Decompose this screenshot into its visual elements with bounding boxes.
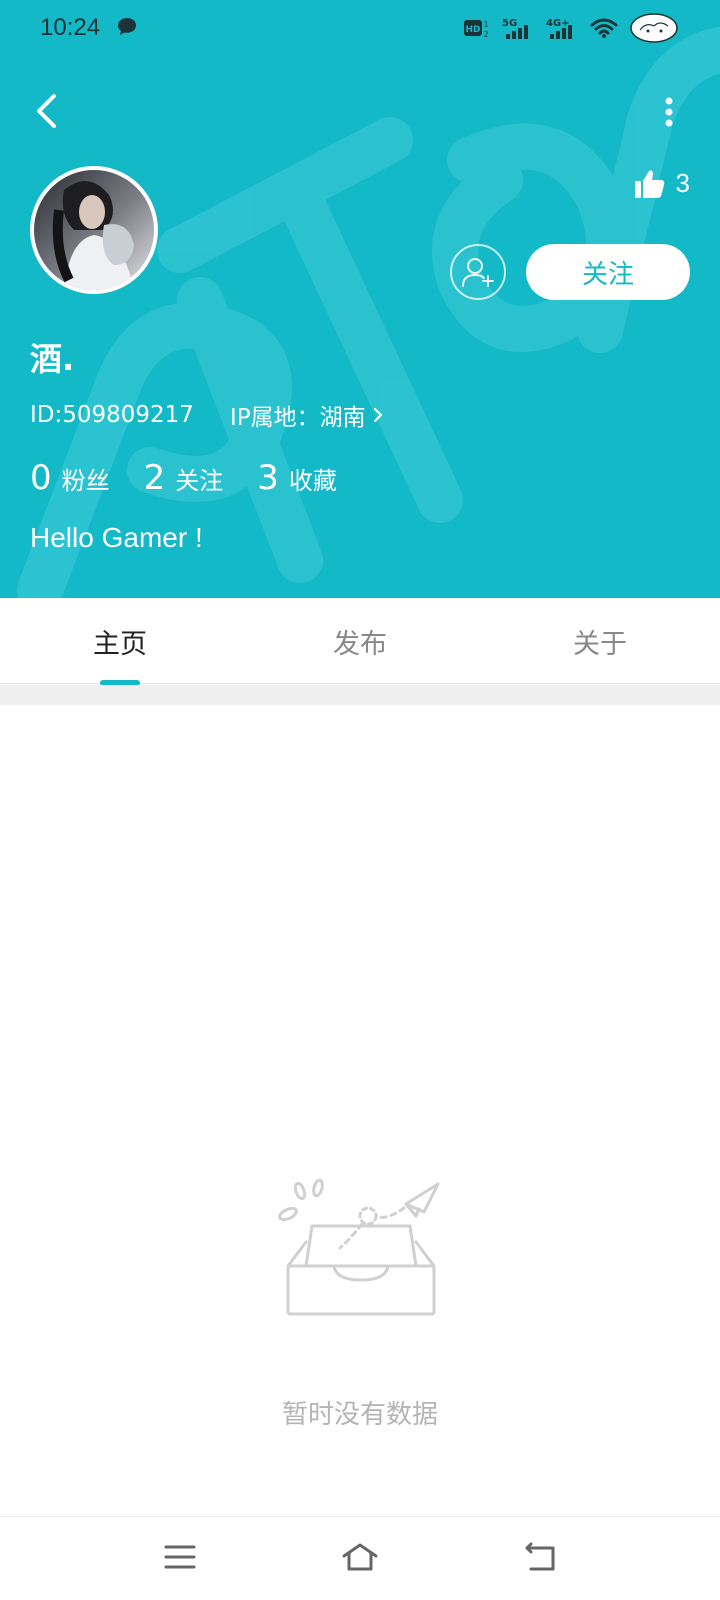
stat-favorites[interactable]: 3 收藏 [257, 458, 337, 498]
tab-about[interactable]: 关于 [480, 598, 720, 684]
thumbs-up-icon [634, 169, 664, 198]
svg-text:HD: HD [465, 25, 480, 35]
stat-following[interactable]: 2 关注 [144, 458, 224, 498]
system-nav-bar [0, 1516, 720, 1600]
menu-icon [164, 1545, 196, 1569]
user-id: ID:509809217 [30, 402, 194, 428]
ip-location: IP属地：湖南 [229, 405, 366, 431]
status-bar: 10:24 HD 1 2 5G 4G+ [0, 0, 720, 56]
tab-home[interactable]: 主页 [0, 598, 240, 684]
ip-location-link[interactable]: IP属地：湖南 [230, 398, 384, 432]
chevron-right-icon [373, 408, 382, 422]
home-icon [342, 1543, 378, 1571]
add-friend-button[interactable] [450, 244, 506, 300]
stat-value: 0 [30, 458, 52, 498]
nav-menu-button[interactable] [158, 1537, 202, 1577]
empty-inbox-icon [278, 1178, 440, 1316]
wifi-icon [590, 18, 618, 38]
likes-counter[interactable]: 3 [634, 168, 690, 199]
follow-button[interactable]: 关注 [526, 244, 690, 300]
status-time: 10:24 [40, 14, 101, 41]
battery-icon [630, 13, 678, 43]
add-user-icon [462, 258, 494, 287]
chat-notification-icon [118, 18, 136, 35]
svg-text:5G: 5G [502, 18, 517, 29]
stat-label: 关注 [175, 467, 224, 495]
more-vertical-icon [665, 97, 673, 127]
section-divider [0, 685, 720, 705]
stat-label: 收藏 [288, 467, 337, 495]
signal-5g-icon: 5G [502, 18, 528, 39]
stat-value: 3 [257, 458, 279, 498]
profile-tabs: 主页 发布 关于 [0, 598, 720, 684]
nav-back-button[interactable] [518, 1537, 562, 1577]
profile-header: 10:24 HD 1 2 5G 4G+ 3 关注 酒. ID:509809217… [0, 0, 720, 598]
stat-label: 粉丝 [61, 467, 110, 495]
svg-text:2: 2 [483, 30, 488, 39]
empty-state-message: 暂时没有数据 [281, 1400, 438, 1430]
likes-count: 3 [675, 168, 690, 198]
chevron-left-icon [37, 94, 56, 128]
stats-row: 0 粉丝 2 关注 3 收藏 [30, 458, 371, 498]
avatar[interactable] [30, 166, 158, 294]
signal-4g-icon: 4G+ [546, 18, 572, 39]
status-icons: HD 1 2 5G 4G+ [464, 12, 680, 44]
stat-fans[interactable]: 0 粉丝 [30, 458, 110, 498]
more-button[interactable] [654, 92, 684, 132]
tab-posts[interactable]: 发布 [240, 598, 480, 684]
hd-icon: HD 1 2 [464, 20, 489, 39]
back-icon [525, 1542, 555, 1571]
stat-value: 2 [143, 458, 166, 498]
bio: Hello Gamer ! [30, 522, 203, 553]
username: 酒. [30, 340, 75, 378]
nav-home-button[interactable] [338, 1537, 382, 1577]
back-button[interactable] [26, 86, 66, 136]
avatar-image [34, 170, 154, 290]
svg-text:4G+: 4G+ [546, 18, 570, 29]
svg-text:1: 1 [483, 20, 488, 29]
id-row: ID:509809217 IP属地：湖南 [30, 398, 384, 432]
